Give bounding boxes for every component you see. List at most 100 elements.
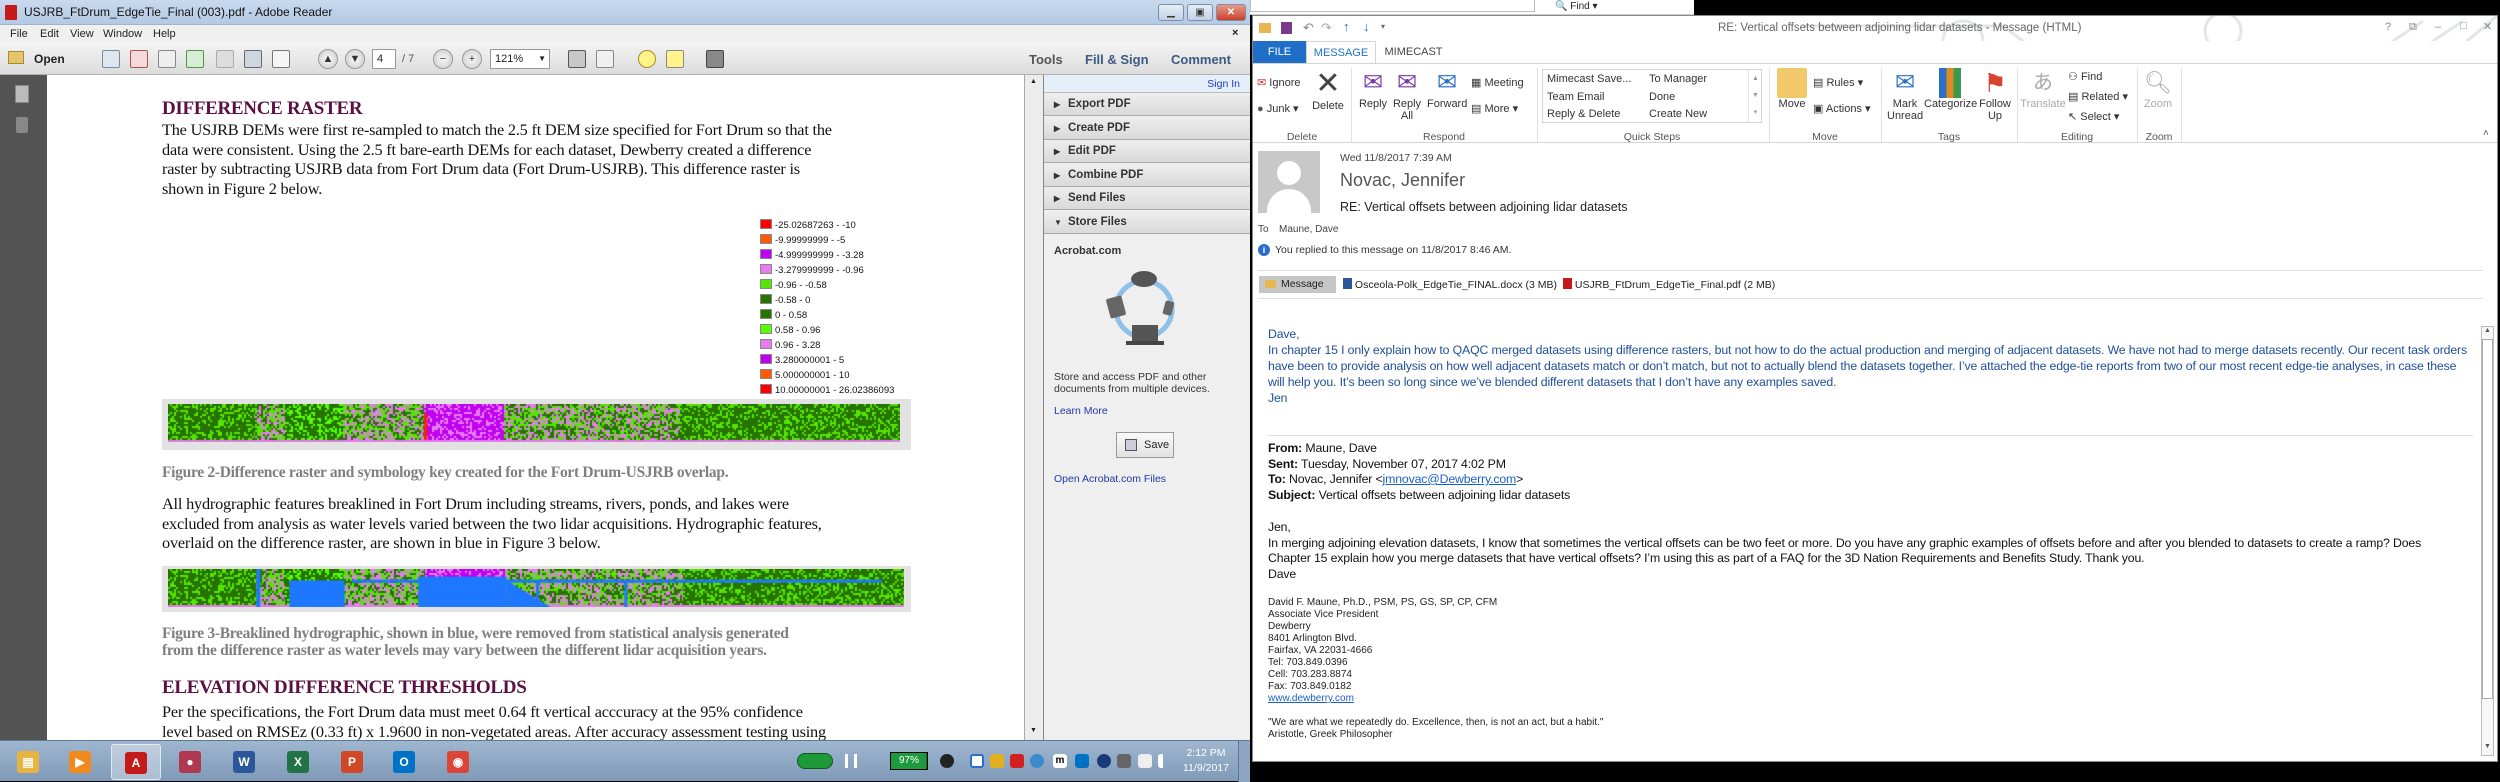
tools-tab[interactable]: Tools (1029, 52, 1063, 67)
scroll-down-arrow[interactable]: ▼ (1030, 727, 1037, 734)
create-pdf-icon[interactable] (102, 50, 120, 68)
zoom-button[interactable]: 🔍︎ Zoom (2139, 68, 2177, 110)
print-icon[interactable] (244, 50, 262, 68)
attachments-icon[interactable] (16, 117, 28, 133)
tool-export-pdf[interactable]: ▶ Export PDF (1044, 93, 1250, 116)
taskbar-media-player[interactable]: ▶ (55, 744, 105, 780)
follow-up-button[interactable]: ⚑ Follow Up (1977, 68, 2013, 122)
email-link[interactable]: jmnovac@Dewberry.com (1383, 472, 1517, 486)
maximize-button[interactable]: □ (2460, 20, 2467, 32)
tool-edit-pdf[interactable]: ▶ Edit PDF (1044, 140, 1250, 163)
bluetooth-icon[interactable] (1097, 754, 1111, 768)
ribbon-display-options-button[interactable]: ⧉ (2409, 21, 2417, 34)
customize-toolbar-icon[interactable]: ▾ (1381, 22, 1385, 31)
website-link[interactable]: www.dewberry.com (1268, 693, 1354, 704)
show-desktop-button[interactable] (1238, 741, 1250, 782)
taskbar-adobe-reader[interactable]: A (111, 744, 161, 780)
save-icon[interactable] (216, 50, 234, 68)
taskbar-outlook[interactable]: O (379, 744, 429, 780)
page-number-input[interactable]: 4 (372, 49, 396, 69)
scroll-thumb[interactable] (2482, 339, 2493, 699)
mark-unread-button[interactable]: ✉ Mark Unread (1887, 68, 1923, 122)
tab-mimecast[interactable]: MIMECAST (1381, 41, 1446, 63)
actions-button[interactable]: ▣ Actions ▾ (1813, 102, 1871, 115)
comment-bubble-icon[interactable] (638, 50, 656, 68)
gallery-scroll[interactable]: ▲ ▼ ▾ (1748, 70, 1762, 122)
scroll-up-arrow[interactable]: ▲ (2484, 327, 2491, 334)
vertical-scrollbar[interactable]: ▲ ▼ (1024, 75, 1043, 740)
comment-tab[interactable]: Comment (1171, 52, 1231, 67)
background-input[interactable] (1250, 0, 1535, 12)
save-button[interactable]: Save (1116, 432, 1174, 458)
categorize-button[interactable]: Categorize (1924, 68, 1977, 110)
find-button[interactable]: 🔍 Find ▾ (1555, 1, 1598, 12)
delete-button[interactable]: ✕ Delete (1311, 68, 1345, 113)
more-button[interactable]: ▤ More ▾ (1471, 102, 1518, 115)
tab-file[interactable]: FILE (1253, 41, 1306, 63)
taskbar-excel[interactable]: X (273, 744, 323, 780)
volume-icon[interactable] (1158, 754, 1172, 768)
translate-button[interactable]: あ Translate (2020, 68, 2066, 110)
taskbar-raspberry-app[interactable]: ● (165, 744, 215, 780)
email-icon[interactable] (272, 50, 290, 68)
close-button[interactable]: ✕ (1216, 4, 1246, 21)
combine-icon[interactable] (130, 50, 148, 68)
network-share-icon[interactable] (845, 754, 857, 768)
collapse-ribbon-icon[interactable]: ˄ (2483, 128, 2489, 139)
menu-view[interactable]: View (70, 28, 94, 40)
tool-combine-pdf[interactable]: ▶ Combine PDF (1044, 163, 1250, 187)
close-button[interactable]: ✕ (2483, 20, 2492, 33)
attachment-pdf[interactable]: USJRB_FtDrum_EdgeTie_Final.pdf (2 MB) (1563, 278, 1775, 291)
to-recipient[interactable]: Maune, Dave (1279, 224, 1338, 235)
menu-help[interactable]: Help (153, 28, 176, 40)
battery-indicator[interactable]: 97% (890, 752, 928, 770)
learn-more-link[interactable]: Learn More (1054, 405, 1108, 417)
quick-step-mimecast-save[interactable]: Mimecast Save... (1547, 73, 1631, 85)
taskbar-chrome[interactable]: ◉ (433, 744, 483, 780)
quick-step-done[interactable]: Done (1649, 91, 1675, 103)
security-shield-icon[interactable] (990, 754, 1004, 768)
green-status-pill-icon[interactable] (797, 753, 833, 769)
save-icon[interactable] (1281, 22, 1292, 34)
menu-file[interactable]: File (10, 28, 28, 40)
minimize-button[interactable]: – (2435, 21, 2441, 33)
open-acrobat-files-link[interactable]: Open Acrobat.com Files (1054, 473, 1166, 485)
tool-create-pdf[interactable]: ▶ Create PDF (1044, 116, 1250, 140)
maximize-button[interactable]: ▣ (1187, 4, 1213, 21)
tool-store-files[interactable]: ▼ Store Files (1044, 210, 1250, 234)
taskbar-windows-explorer[interactable]: ▤ (3, 744, 53, 780)
power-plug-icon[interactable] (940, 754, 954, 768)
reply-button[interactable]: ✉ Reply (1357, 68, 1389, 110)
undo-icon[interactable]: ↶ (1303, 20, 1314, 36)
move-button[interactable]: Move (1775, 68, 1809, 110)
redo-icon[interactable]: ↷ (1321, 20, 1332, 36)
scroll-up-arrow[interactable]: ▲ (1030, 78, 1037, 85)
message-body[interactable]: Dave, In chapter 15 I only explain how t… (1253, 299, 2497, 761)
select-button[interactable]: ↖ Select ▾ (2068, 110, 2119, 123)
fit-page-icon[interactable] (568, 50, 586, 68)
expand-icon[interactable] (706, 50, 724, 68)
help-button[interactable]: ? (2385, 21, 2391, 33)
taskbar-word[interactable]: W (219, 744, 269, 780)
meeting-button[interactable]: ▦ Meeting (1471, 76, 1524, 89)
sign-in-link[interactable]: Sign In (1207, 78, 1240, 90)
message-attachment-tab[interactable]: Message (1259, 276, 1336, 293)
tool-send-files[interactable]: ▶ Send Files (1044, 187, 1250, 210)
zoom-out-button[interactable]: − (433, 49, 453, 69)
minimize-button[interactable]: ▁ (1158, 4, 1184, 21)
menu-edit[interactable]: Edit (40, 28, 59, 40)
edit-icon[interactable] (158, 50, 176, 68)
rules-button[interactable]: ▤ Rules ▾ (1813, 76, 1863, 89)
sender-name[interactable]: Novac, Jennifer (1340, 170, 1465, 191)
close-document-icon[interactable]: × (1232, 27, 1238, 39)
clock[interactable]: 2:12 PM 11/9/2017 (1180, 746, 1232, 776)
fit-width-icon[interactable] (596, 50, 614, 68)
device-check-icon[interactable] (1117, 754, 1131, 768)
menu-window[interactable]: Window (103, 28, 142, 40)
outlook-tray-icon[interactable] (1075, 754, 1089, 768)
highlight-icon[interactable] (666, 50, 684, 68)
display-tray-icon[interactable] (1010, 754, 1024, 768)
zoom-in-button[interactable]: + (462, 49, 482, 69)
taskbar-powerpoint[interactable]: P (327, 744, 377, 780)
reply-all-button[interactable]: ✉ Reply All (1391, 68, 1423, 122)
